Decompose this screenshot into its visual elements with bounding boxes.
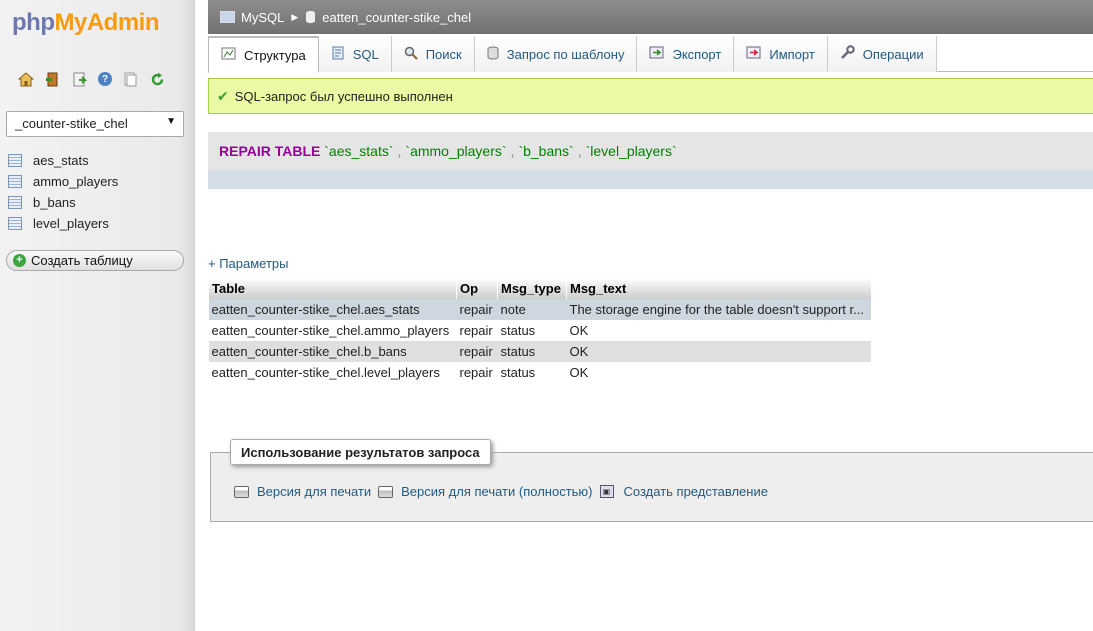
result-table: Table Op Msg_type Msg_text eatten_counte… xyxy=(208,278,871,383)
breadcrumb-separator-icon: ▶ xyxy=(291,11,299,22)
sql-table-name: `ammo_players` xyxy=(405,143,507,159)
sql-separator: , xyxy=(510,143,515,159)
tab-bar: Структура SQL Поиск Запрос по шаблону Эк… xyxy=(208,36,1093,73)
table-icon xyxy=(8,154,22,167)
column-header[interactable]: Msg_text xyxy=(566,278,871,299)
column-header[interactable]: Msg_type xyxy=(497,278,567,299)
column-header[interactable]: Table xyxy=(208,278,457,299)
table-cell: note xyxy=(497,299,567,320)
print-view-full-link[interactable]: Версия для печати (полностью) xyxy=(378,484,593,499)
logout-icon[interactable] xyxy=(44,71,61,88)
table-cell: eatten_counter-stike_chel.level_players xyxy=(208,362,457,383)
tab-search[interactable]: Поиск xyxy=(391,36,475,72)
sql-query-icon[interactable] xyxy=(71,71,88,88)
table-row[interactable]: eatten_counter-stike_chel.aes_stats repa… xyxy=(208,299,871,320)
table-cell: OK xyxy=(566,341,871,362)
success-message: ✔ SQL-запрос был успешно выполнен xyxy=(208,78,1093,114)
database-select[interactable]: _counter-stike_chel ▼ xyxy=(6,111,184,137)
nav-icons: ? xyxy=(17,71,166,88)
import-icon xyxy=(746,46,761,62)
table-icon xyxy=(8,217,22,230)
tab-import[interactable]: Импорт xyxy=(734,36,828,72)
phpmyadmin-logo[interactable]: phpMyAdmin xyxy=(12,9,159,37)
table-cell: repair xyxy=(456,341,498,362)
sql-table-name: `aes_stats` xyxy=(324,143,394,159)
table-cell: status xyxy=(497,341,567,362)
sql-icon xyxy=(331,46,345,63)
export-icon xyxy=(649,46,664,62)
table-icon xyxy=(8,175,22,188)
sidebar-table-item[interactable]: b_bans xyxy=(8,192,118,213)
table-row[interactable]: eatten_counter-stike_chel.ammo_players r… xyxy=(208,320,871,341)
checkmark-icon: ✔ xyxy=(217,87,229,104)
table-cell: status xyxy=(497,362,567,383)
tab-export[interactable]: Экспорт xyxy=(637,36,735,72)
home-icon[interactable] xyxy=(17,71,34,88)
sql-table-name: `b_bans` xyxy=(518,143,574,159)
printer-icon xyxy=(234,485,249,498)
column-header[interactable]: Op xyxy=(456,278,498,299)
reload-icon[interactable] xyxy=(149,71,166,88)
table-row[interactable]: eatten_counter-stike_chel.b_bans repair … xyxy=(208,341,871,362)
table-cell: The storage engine for the table doesn't… xyxy=(566,299,871,320)
sql-keyword: REPAIR TABLE xyxy=(219,143,321,159)
breadcrumb: MySQL ▶ eatten_counter-stike_chel xyxy=(208,0,1093,34)
structure-icon xyxy=(221,47,236,63)
table-row[interactable]: eatten_counter-stike_chel.level_players … xyxy=(208,362,871,383)
table-cell: OK xyxy=(566,362,871,383)
table-cell: repair xyxy=(456,362,498,383)
params-link[interactable]: + Параметры xyxy=(208,256,289,271)
wrench-icon xyxy=(840,45,855,63)
view-icon: ▣ xyxy=(599,485,614,498)
table-cell: OK xyxy=(566,320,871,341)
dropdown-arrow-icon: ▼ xyxy=(166,116,176,127)
add-icon: + xyxy=(13,254,26,267)
query-results-legend: Использование результатов запроса xyxy=(230,439,491,465)
navigation-panel: phpMyAdmin ? _counter-stike_chel ▼ aes_s… xyxy=(0,0,195,631)
table-cell: repair xyxy=(456,299,498,320)
sidebar-table-item[interactable]: ammo_players xyxy=(8,171,118,192)
table-cell: eatten_counter-stike_chel.ammo_players xyxy=(208,320,457,341)
sql-separator: , xyxy=(397,143,402,159)
tab-query[interactable]: Запрос по шаблону xyxy=(474,36,638,72)
sql-query-box: REPAIR TABLE `aes_stats`, `ammo_players`,… xyxy=(208,132,1093,189)
help-icon[interactable]: ? xyxy=(98,72,112,86)
database-icon xyxy=(306,11,316,23)
table-header-row: Table Op Msg_type Msg_text xyxy=(208,278,871,299)
sql-table-name: `level_players` xyxy=(585,143,677,159)
table-cell: eatten_counter-stike_chel.aes_stats xyxy=(208,299,457,320)
docs-icon[interactable] xyxy=(122,71,139,88)
sql-separator: , xyxy=(577,143,582,159)
create-table-button[interactable]: + Создать таблицу xyxy=(6,250,184,271)
breadcrumb-server[interactable]: MySQL xyxy=(220,10,284,25)
table-cell: eatten_counter-stike_chel.b_bans xyxy=(208,341,457,362)
printer-icon xyxy=(378,485,394,498)
table-list: aes_stats ammo_players b_bans level_play… xyxy=(8,150,118,234)
create-view-link[interactable]: ▣ Создать представление xyxy=(599,484,768,499)
table-cell: status xyxy=(497,320,567,341)
query-results-links: Версия для печати Версия для печати (пол… xyxy=(234,484,775,499)
table-icon xyxy=(8,196,22,209)
tab-structure[interactable]: Структура xyxy=(208,36,319,73)
tab-operations[interactable]: Операции xyxy=(827,36,937,72)
sidebar-table-item[interactable]: level_players xyxy=(8,213,118,234)
tab-sql[interactable]: SQL xyxy=(318,36,392,72)
sql-toolbar xyxy=(208,170,1093,189)
query-icon xyxy=(487,46,499,63)
server-icon xyxy=(220,11,235,23)
sql-query-text: REPAIR TABLE `aes_stats`, `ammo_players`,… xyxy=(208,132,1093,170)
sidebar-table-item[interactable]: aes_stats xyxy=(8,150,118,171)
table-cell: repair xyxy=(456,320,498,341)
print-view-link[interactable]: Версия для печати xyxy=(234,484,371,499)
search-icon xyxy=(404,46,418,63)
database-select-value: _counter-stike_chel xyxy=(15,116,128,131)
breadcrumb-database[interactable]: eatten_counter-stike_chel xyxy=(306,10,471,25)
